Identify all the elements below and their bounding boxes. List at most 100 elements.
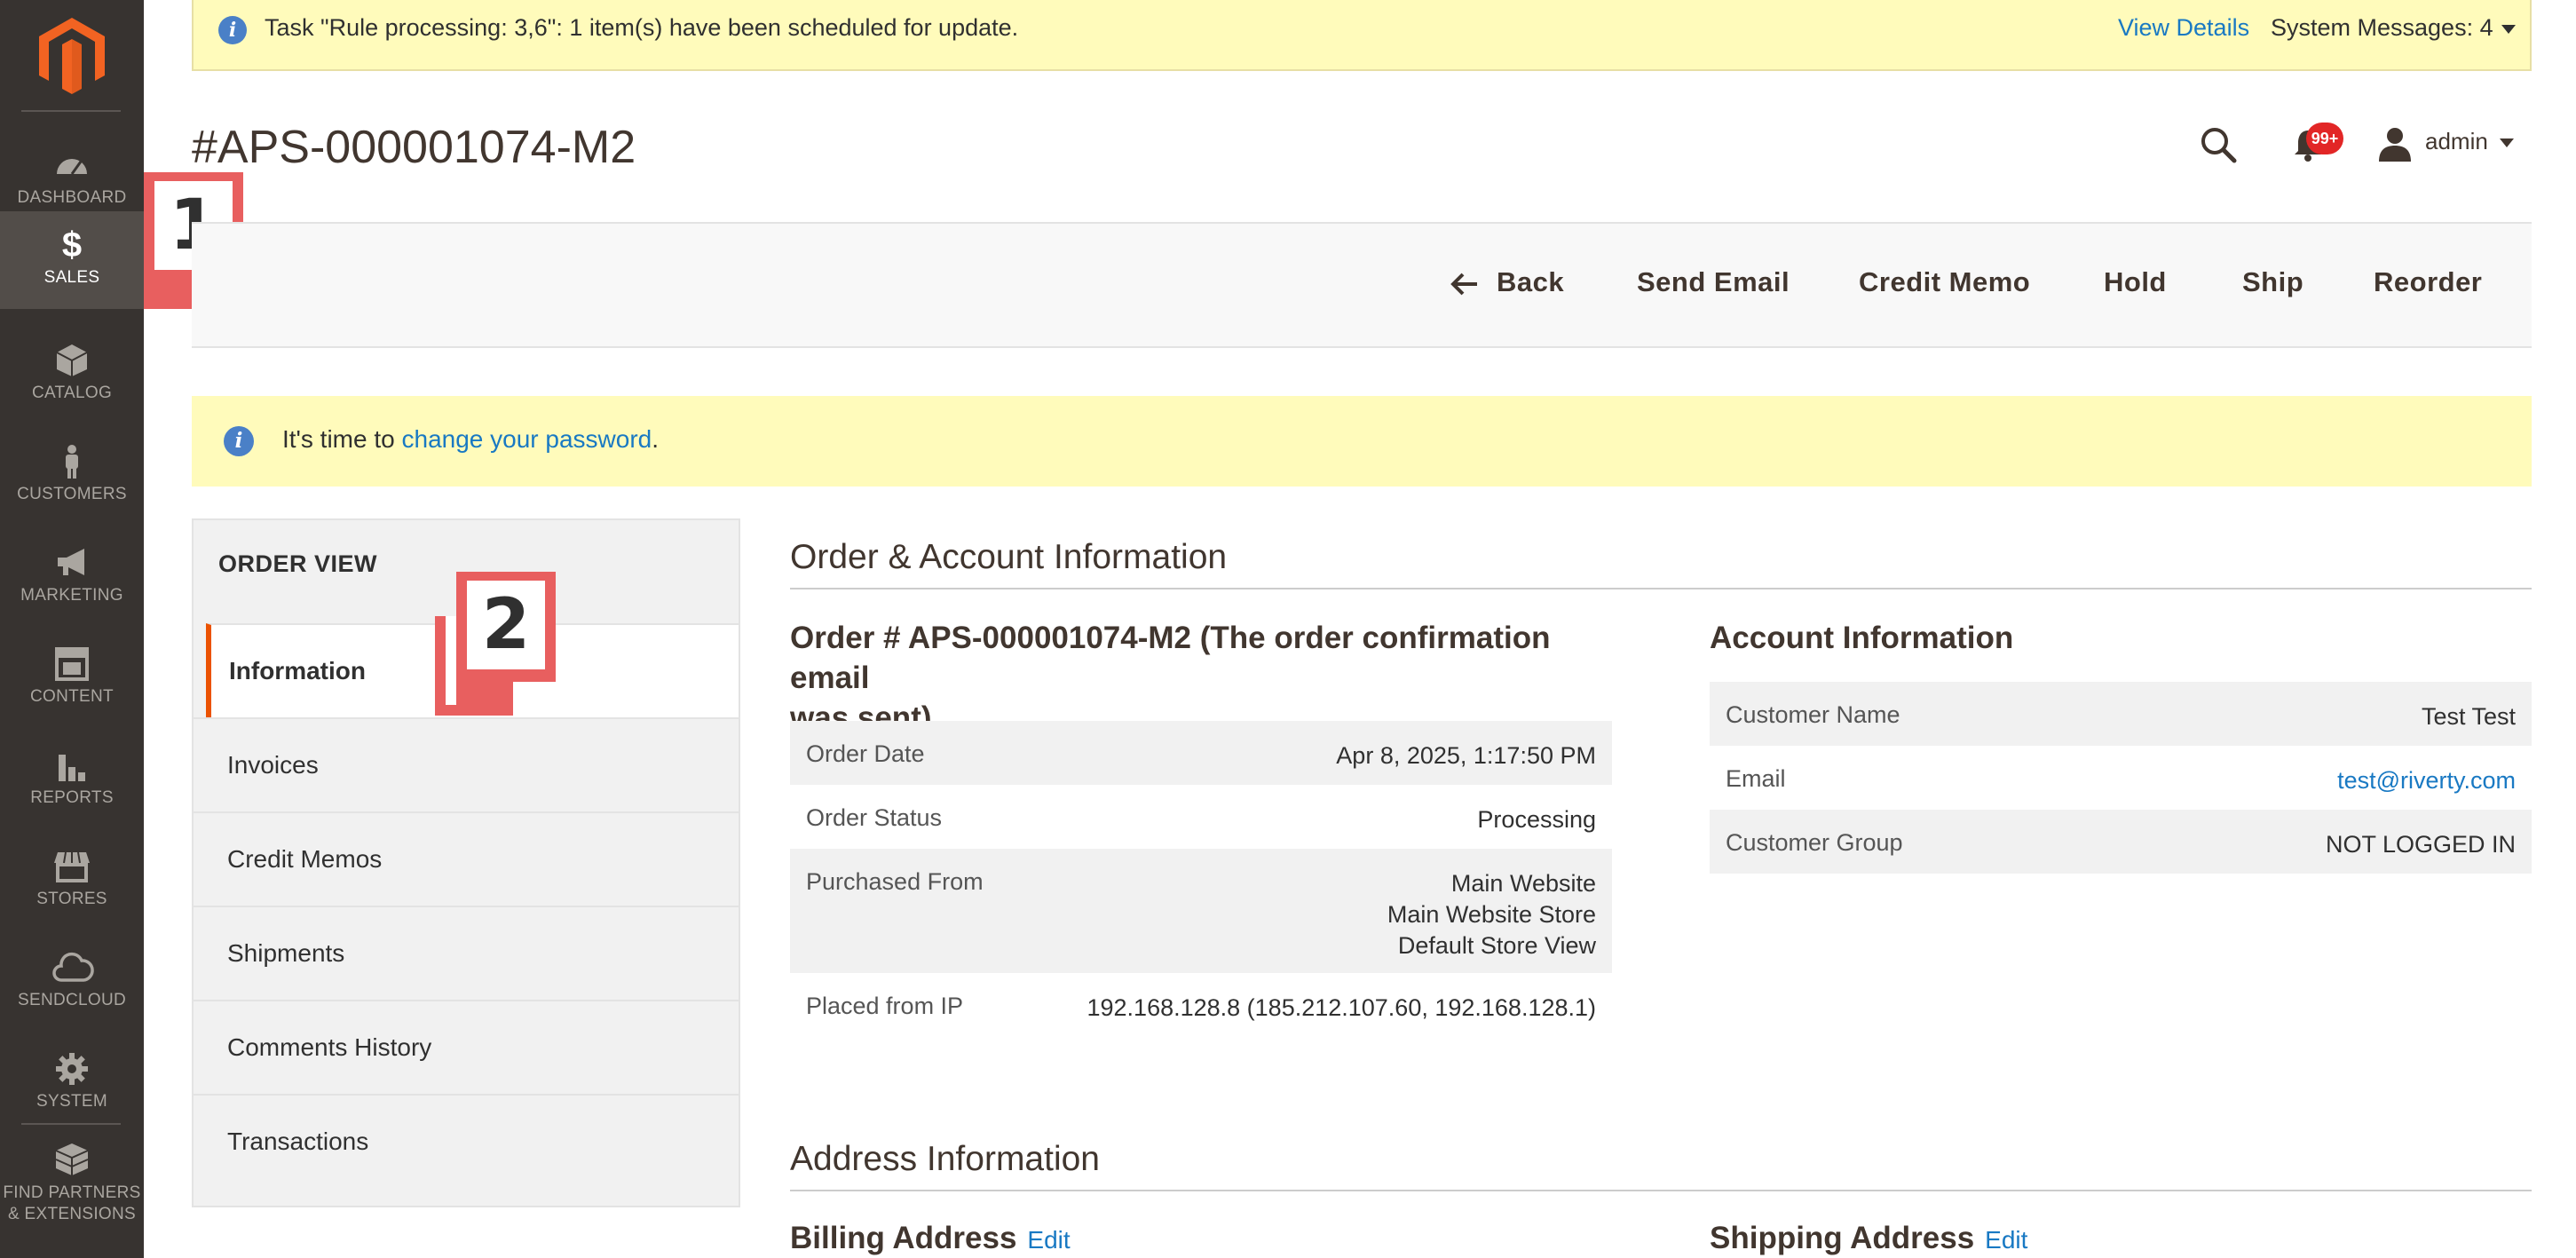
sidebar-item-find-partners[interactable]: FIND PARTNERS & EXTENSIONS [0,1136,144,1243]
tab-label: Transactions [227,1127,369,1155]
sidebar-item-label: CUSTOMERS [17,485,127,503]
billing-address-heading: Billing Address Edit [790,1218,1071,1258]
address-section-title: Address Information [790,1140,1101,1178]
sidebar-item-label: REPORTS [30,788,114,807]
billing-address-title: Billing Address [790,1221,1017,1255]
view-details-link[interactable]: View Details [2118,14,2249,42]
credit-memo-button[interactable]: Credit Memo [1859,266,2030,298]
arrow-left-icon [1450,273,1477,296]
sidebar-divider [21,110,121,112]
sidebar-item-label: SYSTEM [36,1092,107,1111]
marker-number: 2 [467,581,545,669]
table-row: Order Date Apr 8, 2025, 1:17:50 PM [790,721,1612,785]
shipping-address-heading: Shipping Address Edit [1710,1218,2027,1258]
order-number-heading: Order # APS-000001074-M2 (The order conf… [790,618,1633,738]
bar-chart-icon [59,755,85,781]
user-icon[interactable] [2377,126,2413,162]
table-row: Order Status Processing [790,785,1612,849]
sidebar-item-label: SALES [43,268,100,287]
tab-shipments[interactable]: Shipments [194,906,739,1000]
system-message-text: Task "Rule processing: 3,6": 1 item(s) h… [265,14,1019,41]
sidebar-item-content[interactable]: CONTENT [0,630,144,728]
sidebar-item-sales[interactable]: $ SALES [0,211,144,309]
order-actions-toolbar: Back Send Email Credit Memo Hold Ship Re… [192,222,2532,348]
sidebar-item-catalog[interactable]: CATALOG [0,327,144,424]
chevron-down-icon[interactable] [2500,138,2514,147]
megaphone-icon [58,549,84,575]
purchased-from-label: Purchased From [806,868,984,895]
tab-label: Credit Memos [227,845,383,873]
customer-email-link[interactable]: test@riverty.com [2337,765,2516,796]
reorder-button[interactable]: Reorder [2374,266,2482,298]
table-row: Placed from IP 192.168.128.8 (185.212.10… [790,973,1612,1037]
chevron-down-icon[interactable] [2501,25,2516,34]
order-date-label: Order Date [806,740,925,767]
placed-from-ip-label: Placed from IP [806,993,964,1019]
tab-transactions[interactable]: Transactions [194,1094,739,1188]
table-row: Customer Group NOT LOGGED IN [1710,810,2532,874]
admin-user-menu[interactable]: admin [2425,128,2488,155]
order-status-label: Order Status [806,804,943,831]
notification-badge[interactable]: 99+ [2306,123,2343,154]
sidebar-item-label: DASHBOARD [17,188,127,207]
order-view-title: ORDER VIEW [218,550,378,577]
search-icon[interactable] [2198,124,2239,165]
sidebar-item-label: SENDCLOUD [18,991,126,1009]
ship-button[interactable]: Ship [2242,266,2303,298]
dashboard-gauge-icon [57,159,87,175]
shipping-edit-link[interactable]: Edit [1985,1226,2027,1254]
marker-gap [446,616,456,705]
admin-sidebar: DASHBOARD $ SALES CATALOG CUSTOMERS MARK… [0,0,144,1258]
section-divider [790,1190,2532,1191]
sidebar-item-label: FIND PARTNERS & EXTENSIONS [0,1183,144,1225]
sidebar-item-stores[interactable]: STORES [0,833,144,930]
sidebar-item-sendcloud[interactable]: SENDCLOUD [0,934,144,1032]
system-messages-count[interactable]: System Messages: 4 [2271,14,2493,42]
notice-prefix: It's time to [282,425,402,453]
back-button[interactable]: Back [1449,266,1564,298]
notice-text: It's time to change your password. [282,425,659,454]
dollar-icon: $ [61,225,83,265]
order-status-value: Processing [1477,806,1596,833]
notice-suffix: . [652,425,660,453]
layout-icon [55,647,89,681]
tab-label: Invoices [227,751,319,779]
sidebar-item-label: MARKETING [20,586,123,605]
sidebar-item-customers[interactable]: CUSTOMERS [0,428,144,526]
sidebar-item-system[interactable]: SYSTEM [0,1035,144,1133]
sidebar-item-label: STORES [36,890,107,908]
tab-credit-memos[interactable]: Credit Memos [194,811,739,906]
sidebar-item-label: CONTENT [30,687,114,706]
section-divider [790,588,2532,589]
billing-edit-link[interactable]: Edit [1027,1226,1070,1254]
website-name: Main Website [1450,870,1596,897]
cloud-icon [52,952,94,982]
table-row: Email test@riverty.com [1710,746,2532,810]
tab-comments-history[interactable]: Comments History [194,1000,739,1094]
send-email-button[interactable]: Send Email [1637,266,1790,298]
purchased-from-value: Main Website Main Website Store Default … [1387,868,1596,961]
change-password-link[interactable]: change your password [402,425,652,453]
sidebar-item-label-line2: & EXTENSIONS [7,1205,137,1223]
sidebar-item-reports[interactable]: REPORTS [0,732,144,829]
storefront-icon [54,851,90,882]
tab-label: Shipments [227,939,345,967]
customer-name-label: Customer Name [1726,701,1900,728]
sidebar-divider [21,1123,121,1125]
tab-label: Comments History [227,1033,432,1061]
sidebar-item-marketing[interactable]: MARKETING [0,529,144,627]
order-heading-line1: Order # APS-000001074-M2 (The order conf… [790,621,1551,695]
extensions-box-icon [55,1143,89,1175]
sidebar-item-label-line1: FIND PARTNERS [3,1183,141,1202]
hold-button[interactable]: Hold [2104,266,2167,298]
table-row: Purchased From Main Website Main Website… [790,849,1612,973]
tab-invoices[interactable]: Invoices [194,717,739,811]
magento-logo-icon[interactable] [39,18,105,94]
shipping-address-title: Shipping Address [1710,1221,1975,1255]
store-view-name: Default Store View [1397,932,1596,959]
gear-icon [56,1053,88,1085]
tab-label: Information [229,657,366,684]
order-account-section-title: Order & Account Information [790,538,1228,576]
placed-from-ip-value: 192.168.128.8 (185.212.107.60, 192.168.1… [1087,994,1597,1021]
customer-group-label: Customer Group [1726,829,1903,856]
